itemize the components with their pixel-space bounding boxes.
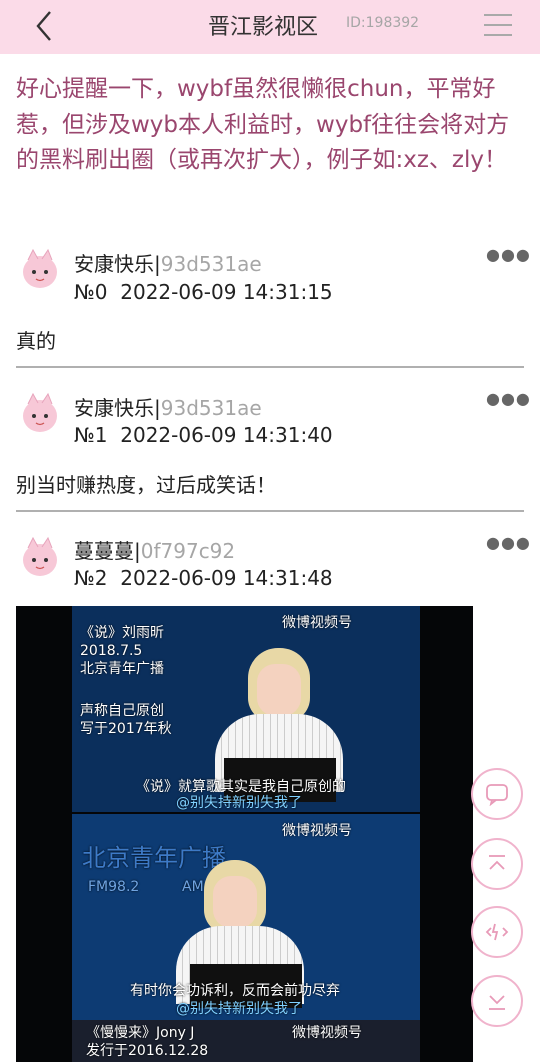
scroll-top-button[interactable] bbox=[471, 838, 523, 890]
station-freq: FM98.2 bbox=[88, 879, 140, 895]
author-name: 蔓蔓蔓 bbox=[74, 539, 134, 563]
more-dots-icon[interactable]: ●●● bbox=[486, 533, 531, 552]
reply-content: 真的 bbox=[16, 329, 56, 353]
watermark: @别失持新别失我了 bbox=[176, 795, 302, 811]
subtitle-2: 有时你会功诉利，反而会前功尽弃 bbox=[130, 983, 340, 999]
reply-meta: №2 2022-06-09 14:31:48 bbox=[74, 566, 333, 590]
reply-image[interactable]: 《说》刘雨昕 2018.7.5 北京青年广播 声称自己原创 写于2017年秋 微… bbox=[16, 606, 473, 1062]
claim-text: 声称自己原创 写于2017年秋 bbox=[80, 703, 172, 737]
weibo-mark: 微博视频号 bbox=[282, 823, 352, 839]
video-frame-bottom: 微博视频号 北京青年广播 FM98.2 AM 有时你会功诉利，反而会前功尽弃 @… bbox=[72, 814, 420, 1020]
refresh-button[interactable] bbox=[471, 906, 523, 958]
video-frame-top: 《说》刘雨昕 2018.7.5 北京青年广播 声称自己原创 写于2017年秋 微… bbox=[72, 606, 420, 812]
avatar bbox=[23, 536, 57, 576]
author-name: 安康快乐 bbox=[74, 396, 154, 420]
author-hash: 93d531ae bbox=[160, 396, 262, 420]
divider bbox=[16, 366, 524, 368]
post-title: 好心提醒一下，wybf虽然很懒很chun，平常好惹，但涉及wyb本人利益时，wy… bbox=[16, 76, 510, 173]
weibo-mark: 微博视频号 bbox=[282, 615, 352, 631]
hamburger-menu-icon[interactable] bbox=[484, 12, 514, 38]
video-frame-partial: 《慢慢来》Jony J 发行于2016.12.28 微博视频号 bbox=[72, 1020, 420, 1062]
station-am: AM bbox=[182, 879, 204, 895]
reply-author: 蔓蔓蔓|0f797c92 bbox=[74, 539, 236, 563]
author-name: 安康快乐 bbox=[74, 252, 154, 276]
comment-icon bbox=[486, 784, 508, 806]
author-hash: 93d531ae bbox=[160, 252, 262, 276]
reply-content: 别当时赚热度，过后成笑话！ bbox=[16, 473, 276, 497]
avatar bbox=[23, 392, 57, 432]
avatar bbox=[23, 248, 57, 288]
reply-author: 安康快乐|93d531ae bbox=[74, 252, 262, 276]
back-chevron-icon[interactable] bbox=[28, 8, 64, 44]
person-face bbox=[213, 876, 257, 928]
caption-top: 《说》刘雨昕 2018.7.5 北京青年广播 bbox=[80, 625, 164, 677]
top-bar: 晋江影视区 ID:198392 bbox=[0, 0, 540, 54]
more-dots-icon[interactable]: ●●● bbox=[486, 245, 531, 264]
page-title: 晋江影视区 bbox=[208, 15, 319, 40]
weibo-mark: 微博视频号 bbox=[292, 1025, 362, 1041]
caption-bottom: 《慢慢来》Jony J 发行于2016.12.28 bbox=[86, 1025, 209, 1059]
reply-author: 安康快乐|93d531ae bbox=[74, 396, 262, 420]
reply-meta: №0 2022-06-09 14:31:15 bbox=[74, 280, 333, 304]
thread-id: ID:198392 bbox=[346, 15, 420, 31]
scroll-to-bottom-icon bbox=[489, 995, 505, 1010]
watermark: @别失持新别失我了 bbox=[176, 1001, 302, 1017]
more-dots-icon[interactable]: ●●● bbox=[486, 389, 531, 408]
refresh-icon bbox=[485, 923, 509, 941]
comment-button[interactable] bbox=[471, 768, 523, 820]
scroll-bottom-button[interactable] bbox=[471, 975, 523, 1027]
author-hash: 0f797c92 bbox=[140, 539, 236, 563]
reply-meta: №1 2022-06-09 14:31:40 bbox=[74, 423, 333, 447]
scroll-to-top-icon bbox=[489, 855, 505, 870]
station-name: 北京青年广播 bbox=[82, 844, 226, 872]
person-face bbox=[257, 664, 301, 716]
divider bbox=[16, 510, 524, 512]
